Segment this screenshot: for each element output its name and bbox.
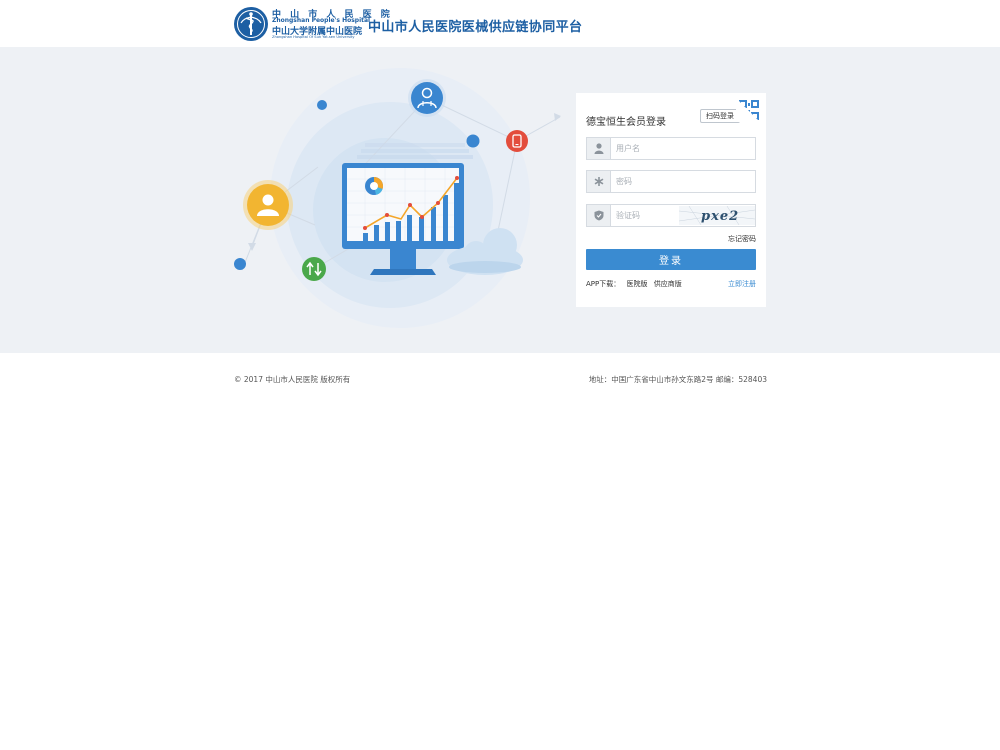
qr-code-icon[interactable]	[736, 98, 762, 124]
forgot-password-link[interactable]: 忘记密码	[728, 234, 756, 244]
transfer-node	[302, 257, 326, 281]
platform-illustration	[234, 68, 561, 328]
user-node	[243, 180, 293, 230]
app-hospital-link[interactable]: 医院版	[626, 280, 647, 288]
scan-login-button[interactable]: 扫码登录	[700, 109, 740, 123]
app-download-label: APP下载：	[586, 280, 621, 288]
doctor-node	[408, 79, 446, 117]
username-input[interactable]	[616, 141, 751, 156]
shield-icon	[587, 205, 611, 226]
app-supplier-link[interactable]: 供应商版	[654, 280, 682, 288]
screen-stack	[357, 143, 473, 159]
login-page: 中 山 市 人 民 医 院 Zhongshan People's Hospita…	[0, 0, 1000, 750]
dot-c	[234, 258, 246, 270]
dot-b	[466, 134, 480, 148]
header: 中 山 市 人 民 医 院 Zhongshan People's Hospita…	[0, 0, 1000, 47]
captcha-field: pxe2	[586, 204, 756, 227]
captcha-input[interactable]	[616, 208, 676, 223]
login-panel: 德宝恒生会员登录 扫码登录 用户名 验证码 pxe2 忘记密码 登录 APP下载…	[576, 93, 766, 307]
footer-address: 地址：中国广东省中山市孙文东路2号 邮编：528403	[588, 375, 767, 384]
mobile-node	[506, 130, 528, 152]
captcha-image[interactable]: pxe2	[679, 206, 755, 225]
site-title: 中山市人民医院医械供应链协同平台	[368, 20, 583, 35]
app-download-row: APP下载： 医院版 供应商版	[586, 279, 686, 289]
footer-copyright: © 2017 中山市人民医院 版权所有	[234, 375, 351, 384]
password-field	[586, 170, 756, 193]
arrow-left	[248, 243, 256, 251]
login-title: 德宝恒生会员登录	[586, 117, 666, 128]
logo-en-affiliate: Zhongshan Hospital Of Sun Yat-sen Univer…	[272, 35, 355, 39]
dot-a	[317, 100, 327, 110]
register-link[interactable]: 立即注册	[728, 279, 756, 289]
captcha-text: pxe2	[701, 209, 739, 224]
hospital-emblem-icon	[234, 7, 268, 41]
username-field	[586, 137, 756, 160]
monitor-pie-icon	[365, 176, 384, 195]
password-input[interactable]	[616, 174, 751, 189]
logo-en-name: Zhongshan People's Hospital	[272, 17, 371, 24]
hospital-logo[interactable]: 中 山 市 人 民 医 院 Zhongshan People's Hospita…	[233, 6, 390, 42]
asterisk-icon	[587, 171, 611, 192]
banner: 德宝恒生会员登录 扫码登录 用户名 验证码 pxe2 忘记密码 登录 APP下载…	[0, 47, 1000, 353]
user-icon	[587, 138, 611, 159]
login-button[interactable]: 登录	[586, 249, 756, 270]
